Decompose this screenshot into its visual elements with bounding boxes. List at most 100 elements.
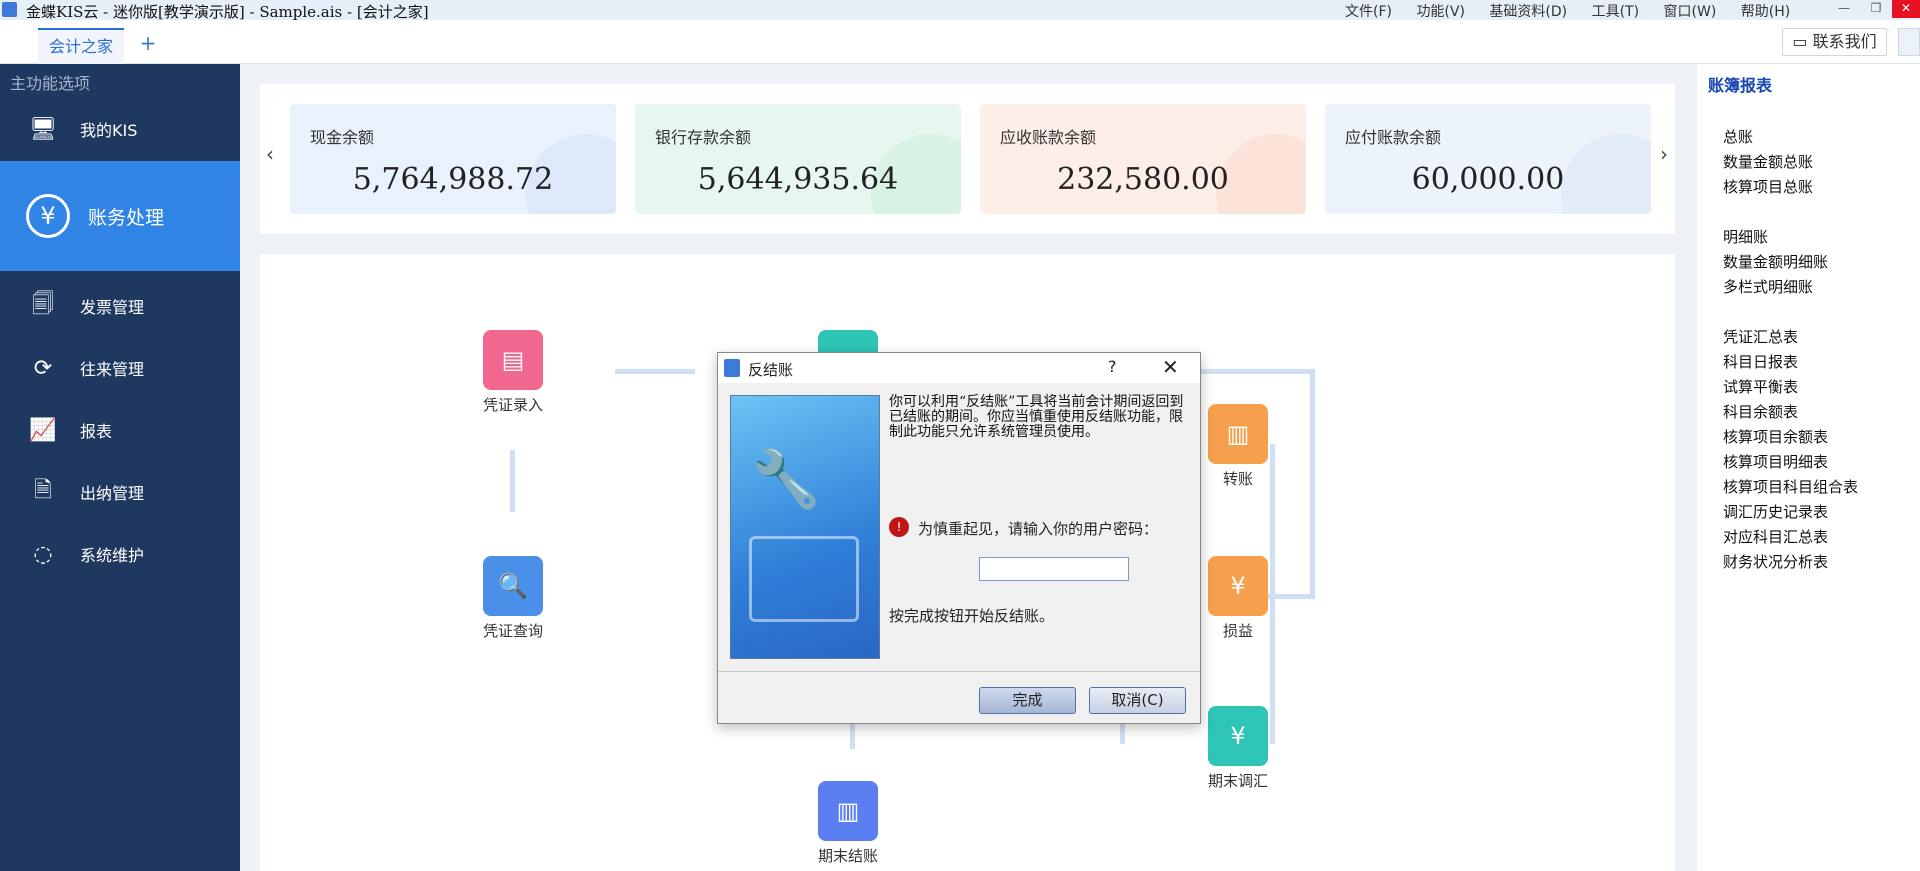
password-input[interactable] [979, 557, 1129, 581]
window-controls: — ❐ ✕ [1828, 0, 1920, 20]
node-label: 期末结账 [817, 847, 878, 865]
minimize-icon[interactable]: — [1828, 0, 1860, 18]
payables-balance-card[interactable]: 应付账款余额 60,000.00 [1325, 104, 1651, 214]
contact-us-label: 联系我们 [1812, 32, 1877, 51]
sidebar-item-cashier[interactable]: 🗎 出纳管理 [0, 470, 240, 514]
tab-accounting-home[interactable]: 会计之家 [38, 28, 124, 64]
monitor-icon: 🖥 [29, 116, 57, 142]
auto-transfer-node[interactable]: ▥ 转账 [1198, 404, 1278, 489]
report-link[interactable]: 数量金额明细账 [1723, 251, 1828, 272]
dialog-note: 按完成按钮开始反结账。 [889, 607, 1055, 625]
finish-button[interactable]: 完成 [979, 687, 1076, 714]
sidebar-item-accounting[interactable]: ¥ 账务处理 [0, 161, 240, 271]
period-close-node[interactable]: ▥ 期末结账 [808, 781, 888, 866]
sidebar-item-receivables[interactable]: ⟳ 往来管理 [0, 346, 240, 390]
next-arrow-icon[interactable]: › [1660, 142, 1668, 166]
report-link[interactable]: 科目日报表 [1723, 351, 1798, 372]
report-link[interactable]: 总账 [1723, 126, 1753, 147]
sidebar-item-label: 往来管理 [80, 360, 145, 379]
report-link[interactable]: 核算项目科目组合表 [1723, 476, 1858, 497]
menu-function[interactable]: 功能(V) [1416, 4, 1465, 20]
sidebar: 主功能选项 🖥 我的KIS ¥ 账务处理 🗐 发票管理 ⟳ 往来管理 📈 报表 … [0, 64, 240, 871]
cash-balance-card[interactable]: 现金余额 5,764,988.72 [290, 104, 616, 214]
notebook-icon: ▥ [818, 781, 878, 841]
sidebar-item-my-kis[interactable]: 🖥 我的KIS [0, 108, 240, 150]
node-label: 凭证录入 [482, 396, 543, 414]
restore-icon[interactable]: ❐ [1860, 0, 1892, 18]
sidebar-item-invoice[interactable]: 🗐 发票管理 [0, 284, 240, 328]
menu-basic-data[interactable]: 基础资料(D) [1489, 4, 1567, 20]
tab-bar: 会计之家 + ▭ 联系我们 [0, 20, 1920, 64]
sidebar-item-system[interactable]: ◌ 系统维护 [0, 532, 240, 576]
flow-connector [1310, 369, 1315, 599]
menu-file[interactable]: 文件(F) [1345, 4, 1392, 20]
card-value: 232,580.00 [1057, 162, 1229, 197]
cancel-button[interactable]: 取消(C) [1089, 687, 1186, 714]
dialog-title: 反结账 [748, 361, 794, 379]
reverse-close-dialog: 反结账 ? ✕ 🔧 你可以利用“反结账”工具将当前会计期间返回到已结账的期间。你… [717, 352, 1201, 724]
menu-help[interactable]: 帮助(H) [1741, 4, 1790, 20]
voucher-query-node[interactable]: 🔍 凭证查询 [473, 556, 553, 641]
cashier-icon: 🗎 [34, 478, 52, 503]
transfer-icon: ▥ [1208, 404, 1268, 464]
add-tab-icon[interactable]: + [138, 33, 158, 54]
report-link[interactable]: 调汇历史记录表 [1723, 501, 1828, 522]
title-bar: 金蝶KIS云 - 迷你版[教学演示版] - Sample.ais - [会计之家… [0, 0, 1920, 21]
system-icon: ◌ [33, 541, 53, 567]
tools-icon: 🔧 [751, 447, 821, 512]
node-label: 转账 [1222, 470, 1253, 488]
card-value: 5,764,988.72 [352, 162, 554, 197]
report-link[interactable]: 凭证汇总表 [1723, 326, 1798, 347]
sidebar-header: 主功能选项 [10, 74, 91, 93]
collapse-panel-icon[interactable] [1898, 28, 1920, 56]
card-label: 现金余额 [310, 128, 375, 147]
sidebar-item-label: 系统维护 [80, 546, 145, 565]
menu-window[interactable]: 窗口(W) [1664, 4, 1717, 20]
contact-us-button[interactable]: ▭ 联系我们 [1782, 28, 1887, 56]
report-link[interactable]: 核算项目余额表 [1723, 426, 1828, 447]
sidebar-item-label: 出纳管理 [80, 484, 145, 503]
invoice-icon: 🗐 [32, 292, 54, 317]
node-label: 损益 [1222, 622, 1253, 640]
card-label: 应收账款余额 [1000, 128, 1097, 147]
report-link[interactable]: 试算平衡表 [1723, 376, 1798, 397]
period-adjust-node[interactable]: ¥ 期末调汇 [1198, 706, 1278, 791]
books-reports-panel: 账簿报表 总账 数量金额总账 核算项目总账 明细账 数量金额明细账 多栏式明细账… [1697, 64, 1920, 871]
receivables-balance-card[interactable]: 应收账款余额 232,580.00 [980, 104, 1306, 214]
menu-tools[interactable]: 工具(T) [1592, 4, 1639, 20]
report-link[interactable]: 对应科目汇总表 [1723, 526, 1828, 547]
node-label: 期末调汇 [1207, 772, 1268, 790]
report-link[interactable]: 核算项目总账 [1723, 176, 1813, 197]
lock-icon [749, 536, 859, 622]
sidebar-item-label: 发票管理 [80, 298, 145, 317]
app-logo-icon [2, 2, 17, 17]
close-icon[interactable]: ✕ [1162, 355, 1179, 379]
exchange-adjust-icon: ¥ [1208, 706, 1268, 766]
balance-cards-panel: ‹ 现金余额 5,764,988.72 银行存款余额 5,644,935.64 … [260, 84, 1675, 234]
dialog-title-bar: 反结账 ? ✕ [718, 353, 1200, 383]
report-link[interactable]: 财务状况分析表 [1723, 551, 1828, 572]
voucher-entry-icon: ▤ [483, 330, 543, 390]
card-value: 60,000.00 [1411, 162, 1565, 197]
voucher-entry-node[interactable]: ▤ 凭证录入 [473, 330, 553, 415]
report-link[interactable]: 核算项目明细表 [1723, 451, 1828, 472]
dialog-app-icon [724, 359, 740, 377]
profit-loss-node[interactable]: ¥ 损益 [1198, 556, 1278, 641]
report-link[interactable]: 多栏式明细账 [1723, 276, 1813, 297]
report-link[interactable]: 明细账 [1723, 226, 1768, 247]
sidebar-item-label: 报表 [80, 422, 113, 441]
password-prompt: 为慎重起见，请输入你的用户密码： [918, 520, 1159, 538]
card-label: 应付账款余额 [1345, 128, 1442, 147]
sidebar-item-label: 我的KIS [80, 121, 138, 140]
report-link[interactable]: 科目余额表 [1723, 401, 1798, 422]
yen-shield-icon: ¥ [26, 194, 70, 238]
bank-balance-card[interactable]: 银行存款余额 5,644,935.64 [635, 104, 961, 214]
prev-arrow-icon[interactable]: ‹ [266, 142, 274, 166]
help-icon[interactable]: ? [1108, 357, 1117, 376]
dialog-description: 你可以利用“反结账”工具将当前会计期间返回到已结账的期间。你应当慎重使用反结账功… [889, 394, 1184, 440]
flow-connector [1200, 369, 1310, 374]
sidebar-item-reports[interactable]: 📈 报表 [0, 408, 240, 452]
report-link[interactable]: 数量金额总账 [1723, 151, 1813, 172]
window-title: 金蝶KIS云 - 迷你版[教学演示版] - Sample.ais - [会计之家… [26, 3, 429, 21]
close-window-icon[interactable]: ✕ [1892, 0, 1920, 18]
